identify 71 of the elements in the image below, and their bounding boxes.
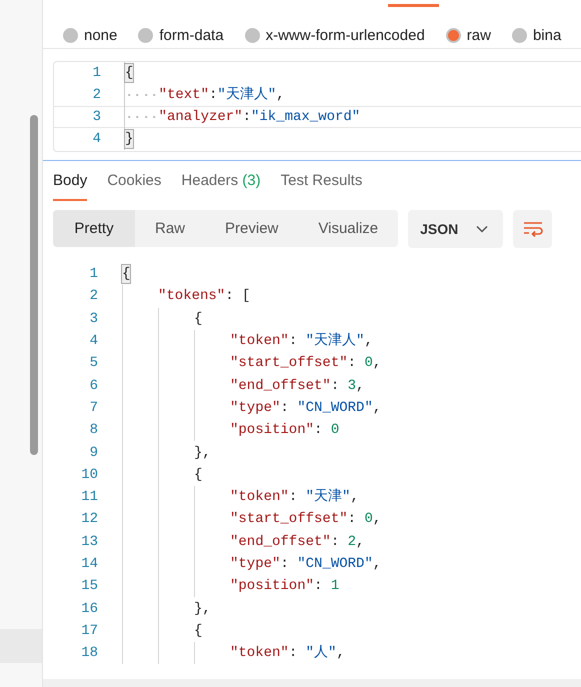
code-line: { xyxy=(194,466,202,484)
line-number: 4 xyxy=(88,333,98,350)
body-mode-radio[interactable]: raw xyxy=(446,25,491,45)
chevron-down-icon xyxy=(476,225,488,233)
view-mode-tab[interactable]: Visualize xyxy=(298,210,398,247)
radio-label: bina xyxy=(532,26,562,44)
format-dropdown[interactable]: JSON xyxy=(408,210,504,248)
code-line: { xyxy=(194,622,202,640)
radio-label: form-data xyxy=(159,26,224,44)
code-line: "analyzer":"ik_max_word" xyxy=(158,108,360,126)
radio-icon[interactable] xyxy=(446,28,461,42)
scrollbar[interactable] xyxy=(30,115,38,455)
line-number: 1 xyxy=(88,266,98,282)
line-number: 15 xyxy=(80,578,98,594)
line-number: 10 xyxy=(80,466,98,483)
response-tab[interactable]: Cookies xyxy=(107,172,162,201)
code-line: "token": "人", xyxy=(230,644,345,662)
line-number: 4 xyxy=(92,131,101,147)
code-line: "end_offset": 2, xyxy=(230,532,364,551)
line-number: 16 xyxy=(80,600,98,617)
wrap-lines-icon xyxy=(522,221,543,237)
line-number: 3 xyxy=(92,109,101,125)
code-line: "start_offset": 0, xyxy=(230,510,382,528)
line-number: 13 xyxy=(80,534,98,550)
code-line: "tokens": [ xyxy=(158,287,250,306)
line-number: 11 xyxy=(80,489,98,506)
tab-indicator xyxy=(388,4,439,7)
code-line: "text":"天津人", xyxy=(158,86,285,104)
wrap-lines-button[interactable] xyxy=(513,210,552,248)
code-line: "end_offset": 3, xyxy=(230,376,364,395)
radio-icon[interactable] xyxy=(138,28,154,42)
line-number: 14 xyxy=(80,556,98,572)
line-number: 6 xyxy=(88,378,98,394)
code-line: "token": "天津人", xyxy=(230,332,373,350)
view-mode-tab[interactable]: Pretty xyxy=(53,210,135,247)
code-line: }, xyxy=(194,600,211,618)
code-line: { xyxy=(194,310,202,328)
code-line: "position": 1 xyxy=(230,577,340,596)
radio-icon[interactable] xyxy=(244,28,260,42)
code-line: "type": "CN_WORD", xyxy=(230,398,382,417)
view-mode-tab[interactable]: Preview xyxy=(205,210,298,247)
line-number: 17 xyxy=(80,622,98,639)
code-line: "start_offset": 0, xyxy=(230,354,382,372)
radio-icon[interactable] xyxy=(63,28,78,42)
response-tab[interactable]: Test Results xyxy=(280,172,362,201)
code-line: "token": "天津", xyxy=(230,488,359,506)
body-mode-radio[interactable]: x-www-form-urlencoded xyxy=(244,25,425,45)
line-number: 7 xyxy=(88,400,98,416)
line-number: 2 xyxy=(88,288,98,304)
radio-icon[interactable] xyxy=(512,28,527,42)
code-line: "position": 0 xyxy=(230,421,340,440)
radio-label: none xyxy=(84,26,118,44)
response-tab[interactable]: Headers (3) xyxy=(181,172,261,201)
body-mode-radio[interactable]: none xyxy=(63,25,118,45)
radio-label: x-www-form-urlencoded xyxy=(266,26,425,44)
body-mode-radio[interactable]: form-data xyxy=(138,25,224,45)
code-line: }, xyxy=(194,444,211,462)
line-number: 1 xyxy=(92,65,101,81)
line-number: 2 xyxy=(92,87,101,103)
body-mode-radio[interactable]: bina xyxy=(512,25,562,45)
line-number: 5 xyxy=(88,355,98,372)
line-number: 12 xyxy=(80,511,98,528)
line-number: 9 xyxy=(88,444,98,461)
view-mode-tab[interactable]: Raw xyxy=(135,210,206,247)
line-number: 8 xyxy=(88,422,98,438)
radio-label: raw xyxy=(466,26,491,44)
request-editor[interactable]: 1 { 2 "text":"天津人", 3 "analyzer":"ik_max_word" 4 } xyxy=(53,61,581,152)
code-line: "type": "CN_WORD", xyxy=(230,555,382,573)
line-number: 18 xyxy=(80,645,98,662)
line-number: 3 xyxy=(88,310,98,327)
response-tab[interactable]: Body xyxy=(53,172,88,201)
